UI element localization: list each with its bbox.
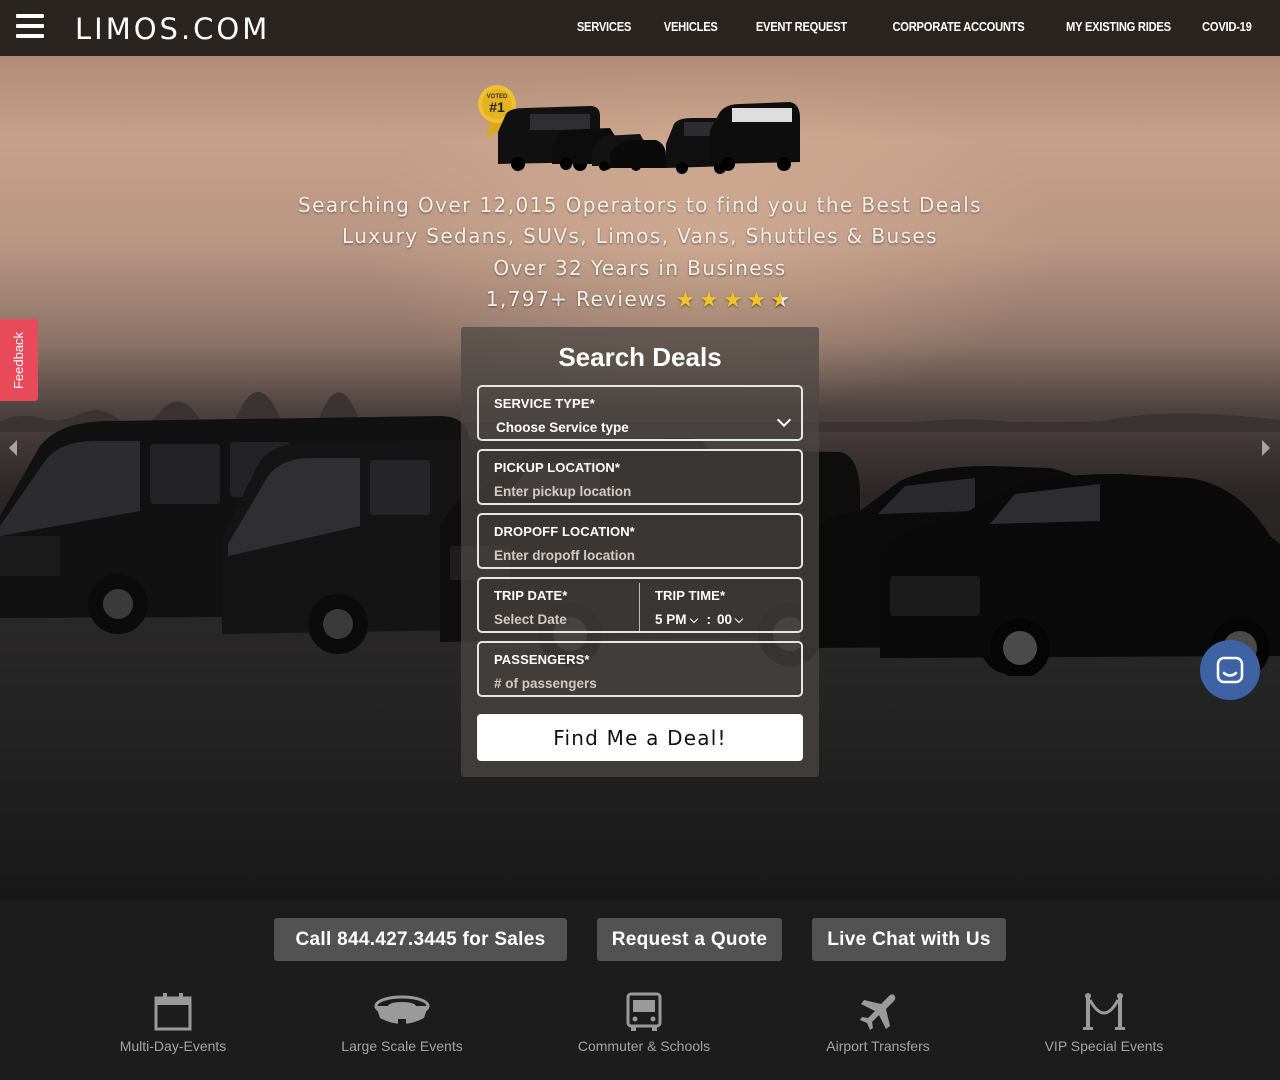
dropoff-placeholder: Enter dropoff location [494,548,635,563]
chevron-down-icon [776,412,792,428]
chevron-down-icon [734,614,744,624]
category-vip-special-events[interactable]: VIP Special Events [1014,992,1194,1054]
trip-date-time-group: TRIP DATE* Select Date TRIP TIME* 5 PM :… [477,577,803,633]
nav-corporate-accounts[interactable]: CORPORATE ACCOUNTS [893,19,1025,34]
tagline-operators: Searching Over 12,015 Operators to find … [298,193,982,217]
category-commuter-schools[interactable]: Commuter & Schools [554,992,734,1054]
search-title: Search Deals [558,342,722,372]
find-deal-button[interactable]: Find Me a Deal! [477,714,803,761]
site-header: LIMOS.COM SERVICES VEHICLES EVENT REQUES… [0,0,1280,56]
hour-value: 5 PM [655,612,687,627]
feedback-label: Feedback [11,331,27,389]
nav-covid-19[interactable]: COVID-19 [1202,19,1252,34]
passengers-label: PASSENGERS* [494,652,590,667]
trip-time-field: 5 PM : 00 [655,612,746,627]
category-label: Multi-Day-Events [119,1038,227,1054]
category-label: VIP Special Events [1044,1038,1164,1054]
pickup-placeholder: Enter pickup location [494,484,632,499]
feedback-tab[interactable]: Feedback [0,319,38,401]
trip-date-label: TRIP DATE* [494,588,568,603]
nav-event-request[interactable]: EVENT REQUEST [756,19,847,34]
tagline-vehicles: Luxury Sedans, SUVs, Limos, Vans, Shuttl… [342,224,938,248]
main-nav: SERVICES VEHICLES EVENT REQUEST CORPORAT… [568,19,1252,34]
field-divider [639,583,640,631]
nav-vehicles[interactable]: VEHICLES [663,19,717,34]
minute-value: 00 [717,612,733,627]
dropoff-location-field[interactable]: DROPOFF LOCATION* Enter dropoff location [477,513,803,569]
request-quote-button[interactable]: Request a Quote [597,918,782,961]
nav-my-existing-rides[interactable]: MY EXISTING RIDES [1066,19,1171,34]
category-label: Airport Transfers [826,1038,930,1054]
tagline-years: Over 32 Years in Business [493,256,787,280]
category-label: Commuter & Schools [577,1038,711,1054]
search-deals-form: Search Deals SERVICE TYPE* Choose Servic… [461,327,819,777]
carousel-next-icon[interactable] [1262,440,1270,456]
airplane-icon [860,994,896,1030]
pickup-label: PICKUP LOCATION* [494,460,621,475]
category-airport-transfers[interactable]: Airport Transfers [788,992,968,1054]
service-type-value: Choose Service type [496,420,629,435]
category-label: Large Scale Events [341,1038,463,1054]
calendar-icon [154,993,192,1031]
chat-launcher-button[interactable] [1200,640,1260,700]
stadium-icon [374,995,430,1027]
fleet-lineup-graphic: VOTED #1 [478,85,800,174]
minute-select[interactable]: 00 [717,612,746,627]
call-sales-button[interactable]: Call 844.427.3445 for Sales [274,918,567,961]
pickup-location-field[interactable]: PICKUP LOCATION* Enter pickup location [477,449,803,505]
trip-time-label: TRIP TIME* [655,588,726,603]
bus-icon [626,992,662,1031]
hour-select[interactable]: 5 PM [655,612,701,627]
site-logo[interactable]: LIMOS.COM [75,12,270,46]
carousel-prev-icon[interactable] [9,440,17,456]
reviews-summary[interactable]: 1,797+ Reviews ★★★★★ [440,287,840,313]
reviews-count: 1,797+ Reviews [485,287,668,311]
passengers-field[interactable]: PASSENGERS* # of passengers [477,641,803,697]
half-star-icon: ★ [770,288,794,313]
hero-banner: VOTED #1 Searching Over 12,015 Operators… [0,56,1280,900]
service-type-label: SERVICE TYPE* [494,396,595,411]
dropoff-label: DROPOFF LOCATION* [494,524,635,539]
time-separator: : [706,612,712,627]
chevron-down-icon [689,614,698,624]
chat-icon [1216,656,1244,684]
category-multi-day-events[interactable]: Multi-Day-Events [83,992,263,1054]
velvet-rope-icon [1083,993,1125,1030]
trip-date-field[interactable]: Select Date [494,612,567,627]
bottom-bar: Call 844.427.3445 for Sales Request a Qu… [0,900,1280,1080]
star-rating: ★★★★★ [675,288,794,313]
service-type-select[interactable]: SERVICE TYPE* Choose Service type [477,385,803,441]
svg-text:#1: #1 [489,99,505,115]
menu-icon[interactable] [16,14,44,38]
category-large-scale-events[interactable]: Large Scale Events [312,992,492,1054]
passengers-placeholder: # of passengers [494,676,597,691]
live-chat-button[interactable]: Live Chat with Us [812,918,1006,961]
nav-services[interactable]: SERVICES [576,19,631,34]
